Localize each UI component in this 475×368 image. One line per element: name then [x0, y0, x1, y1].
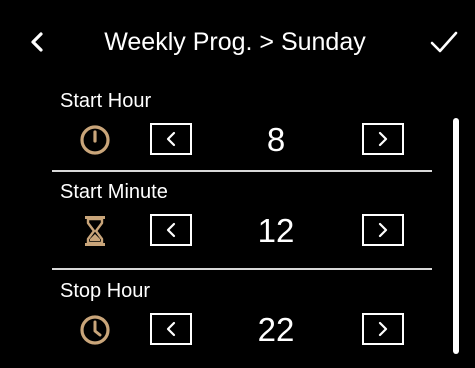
chevron-left-icon	[166, 321, 176, 337]
divider	[52, 268, 432, 270]
setting-value: 22	[257, 311, 295, 348]
setting-label: Stop Hour	[60, 280, 151, 302]
decrease-button[interactable]	[150, 313, 192, 345]
hourglass-icon	[78, 214, 112, 248]
chevron-left-icon	[166, 222, 176, 238]
confirm-button[interactable]	[422, 22, 466, 62]
decrease-button[interactable]	[150, 123, 192, 155]
weekly-program-screen: Weekly Prog. > Sunday Start Hour 8 Start…	[0, 0, 475, 368]
setting-label: Start Hour	[60, 90, 152, 112]
setting-label: Start Minute	[60, 181, 168, 203]
decrease-button[interactable]	[150, 214, 192, 246]
header-bar: Weekly Prog. > Sunday	[0, 0, 475, 80]
increase-button[interactable]	[362, 123, 404, 155]
setting-start-hour: Start Hour 8	[0, 88, 440, 172]
chevron-left-icon	[166, 131, 176, 147]
chevron-right-icon	[378, 321, 388, 337]
setting-start-minute: Start Minute 12	[0, 179, 440, 263]
clock-icon	[78, 313, 112, 347]
chevron-right-icon	[378, 222, 388, 238]
increase-button[interactable]	[362, 214, 404, 246]
checkmark-icon	[430, 31, 458, 53]
page-title: Weekly Prog. > Sunday	[104, 28, 366, 56]
chevron-left-icon	[31, 32, 43, 52]
setting-stop-hour: Stop Hour 22	[0, 278, 440, 362]
increase-button[interactable]	[362, 313, 404, 345]
setting-value: 12	[257, 212, 295, 249]
timer-icon	[78, 123, 112, 157]
chevron-right-icon	[378, 131, 388, 147]
scrollbar[interactable]	[453, 118, 459, 354]
divider	[52, 170, 432, 172]
setting-value: 8	[266, 121, 286, 158]
back-button[interactable]	[20, 22, 54, 62]
